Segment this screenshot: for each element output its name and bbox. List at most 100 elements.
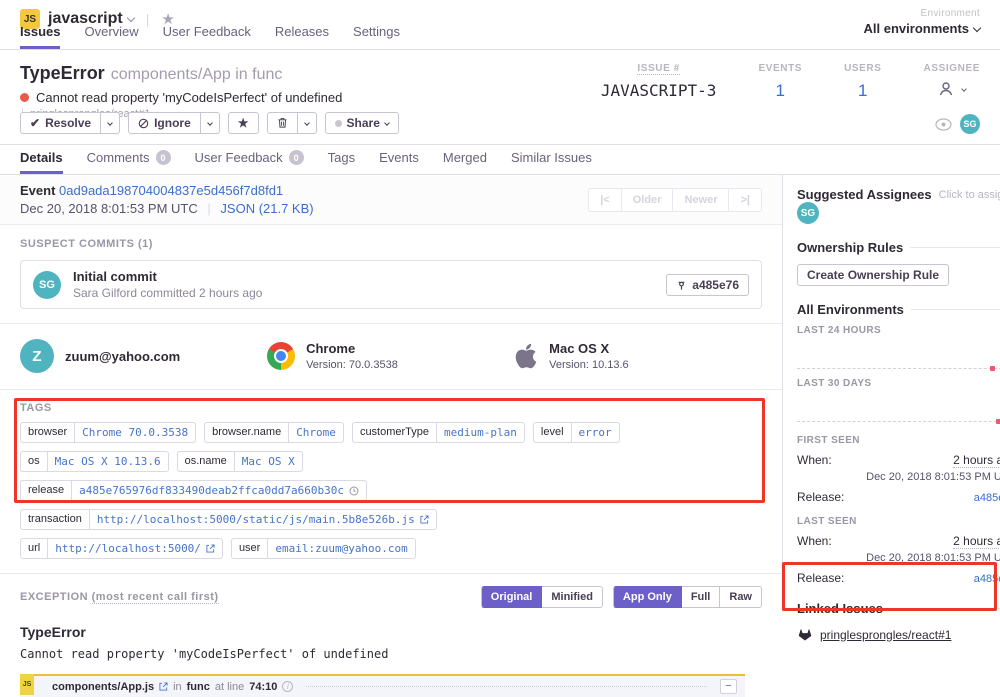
all-environments-heading: All Environments	[797, 302, 904, 317]
tab-user-feedback[interactable]: User Feedback	[163, 24, 251, 49]
environment-selector[interactable]: All environments	[864, 21, 980, 36]
newest-event-button[interactable]: >|	[729, 188, 762, 212]
project-tabs: Issues Overview User Feedback Releases S…	[20, 24, 400, 49]
stack-frame[interactable]: JS components/App.js in func at line 74:…	[20, 674, 745, 697]
collapse-frame-button[interactable]: −	[720, 679, 737, 694]
event-pager: |< Older Newer >|	[588, 188, 762, 212]
js-platform-icon: JS	[20, 674, 34, 695]
star-button[interactable]: ★	[228, 112, 259, 134]
tab-tags[interactable]: Tags	[328, 150, 355, 174]
info-icon[interactable]: i	[282, 681, 293, 692]
exception-value: Cannot read property 'myCodeIsPerfect' o…	[20, 647, 762, 661]
delete-button[interactable]	[267, 112, 298, 134]
toggle-full[interactable]: Full	[682, 586, 721, 608]
chevron-down-icon	[973, 24, 981, 32]
event-id-link[interactable]: 0ad9ada198704004837e5d456f7d8fd1	[59, 183, 283, 198]
toggle-minified[interactable]: Minified	[542, 586, 603, 608]
tag-url: url http://localhost:5000/	[20, 538, 223, 559]
issue-detail-tabs: Details Comments 0 User Feedback 0 Tags …	[0, 145, 1000, 175]
tag-customer-type: customerTypemedium-plan	[352, 422, 525, 443]
suspect-commits-section: SUSPECT COMMITS (1) SG Initial commit Sa…	[0, 225, 782, 324]
oldest-event-button[interactable]: |<	[588, 188, 622, 212]
event-date: Dec 20, 2018 8:01:53 PM UTC	[20, 201, 198, 216]
resolve-button[interactable]: ✔ Resolve	[20, 112, 101, 134]
toggle-app-only[interactable]: App Only	[613, 586, 682, 608]
frames-toggle-group: App Only Full Raw	[613, 586, 762, 608]
tab-issues[interactable]: Issues	[20, 24, 60, 49]
user-email: zuum@yahoo.com	[65, 349, 180, 364]
error-level-dot	[20, 93, 29, 102]
create-ownership-rule-button[interactable]: Create Ownership Rule	[797, 264, 949, 286]
chevron-down-icon	[304, 120, 310, 126]
event-label: Event	[20, 183, 55, 198]
chevron-down-icon	[126, 14, 134, 22]
last-30-days-sparkline	[797, 389, 1000, 422]
event-context-row: Z zuum@yahoo.com Chrome Version: 70.0.35…	[0, 324, 782, 389]
last-seen-release-link[interactable]: a485e76	[974, 573, 1000, 585]
last-30-days-label: LAST 30 DAYS	[797, 378, 1000, 389]
first-seen-release-link[interactable]: a485e76	[974, 492, 1000, 504]
assignee-dropdown[interactable]	[924, 81, 980, 97]
tab-details[interactable]: Details	[20, 150, 63, 174]
context-browser: Chrome Version: 70.0.3538	[267, 339, 514, 373]
issue-number-label: ISSUE #	[637, 63, 680, 75]
newer-event-button[interactable]: Newer	[673, 188, 729, 212]
tab-comments[interactable]: Comments 0	[87, 150, 171, 174]
issue-actions: ✔ Resolve Ignore ★ Share	[20, 112, 399, 134]
top-navbar: JS javascript | ★ Issues Overview User F…	[0, 0, 1000, 50]
delete-dropdown-button[interactable]	[298, 112, 317, 134]
share-status-dot	[335, 120, 342, 127]
events-count[interactable]: 1	[758, 81, 802, 101]
click-to-assign-hint: Click to assign	[939, 189, 1000, 201]
tags-section: TAGS browserChrome 70.0.3538 browser.nam…	[0, 389, 782, 573]
chevron-down-icon	[384, 120, 390, 126]
eye-icon[interactable]	[935, 118, 952, 131]
tab-overview[interactable]: Overview	[84, 24, 138, 49]
commit-sha-button[interactable]: a485e76	[666, 274, 749, 296]
exception-heading: EXCEPTION	[20, 591, 88, 603]
feedback-count-badge: 0	[289, 150, 304, 165]
share-button[interactable]: Share	[325, 112, 399, 134]
events-label: EVENTS	[758, 63, 802, 74]
issue-message: Cannot read property 'myCodeIsPerfect' o…	[36, 90, 342, 105]
committer-avatar: SG	[33, 271, 61, 299]
ignore-dropdown-button[interactable]	[201, 112, 220, 134]
assignee-label: ASSIGNEE	[924, 63, 980, 74]
tag-user: useremail:zuum@yahoo.com	[231, 538, 416, 559]
tag-os: osMac OS X 10.13.6	[20, 451, 169, 472]
when-label: When:	[797, 534, 832, 548]
users-count[interactable]: 1	[844, 81, 881, 101]
release-label: Release:	[797, 490, 844, 504]
json-download-link[interactable]: JSON (21.7 KB)	[220, 201, 313, 216]
tab-releases[interactable]: Releases	[275, 24, 329, 49]
tab-merged[interactable]: Merged	[443, 150, 487, 174]
browser-version: Version: 70.0.3538	[306, 359, 398, 371]
tag-os-name: os.nameMac OS X	[177, 451, 303, 472]
external-link-icon[interactable]	[159, 682, 168, 691]
older-event-button[interactable]: Older	[622, 188, 674, 212]
tab-events[interactable]: Events	[379, 150, 419, 174]
tab-settings[interactable]: Settings	[353, 24, 400, 49]
clock-icon	[349, 486, 359, 496]
last-seen-absolute: Dec 20, 2018 8:01:53 PM UTC	[797, 552, 1000, 564]
mute-icon	[138, 118, 149, 129]
last-24-hours-label: LAST 24 HOURS	[797, 325, 1000, 336]
first-seen-relative: 2 hours ago	[953, 453, 1000, 468]
os-name: Mac OS X	[549, 341, 629, 356]
toggle-raw[interactable]: Raw	[720, 586, 762, 608]
suggested-assignee-avatar[interactable]: SG	[797, 202, 819, 224]
tag-browser-name: browser.nameChrome	[204, 422, 344, 443]
comments-count-badge: 0	[156, 150, 171, 165]
ignore-button[interactable]: Ignore	[128, 112, 201, 134]
exception-type: TypeError	[20, 624, 762, 640]
toggle-original[interactable]: Original	[481, 586, 543, 608]
event-toolbar: Event 0ad9ada198704004837e5d456f7d8fd1 D…	[0, 175, 782, 225]
environment-label: Environment	[864, 8, 980, 19]
when-label: When:	[797, 453, 832, 467]
resolve-dropdown-button[interactable]	[101, 112, 120, 134]
tab-user-feedback-detail[interactable]: User Feedback 0	[195, 150, 304, 174]
divider: |	[207, 201, 210, 216]
linked-issue-link[interactable]: pringlesprongles/react#1	[820, 628, 951, 642]
tab-similar-issues[interactable]: Similar Issues	[511, 150, 592, 174]
user-avatar: Z	[20, 339, 54, 373]
